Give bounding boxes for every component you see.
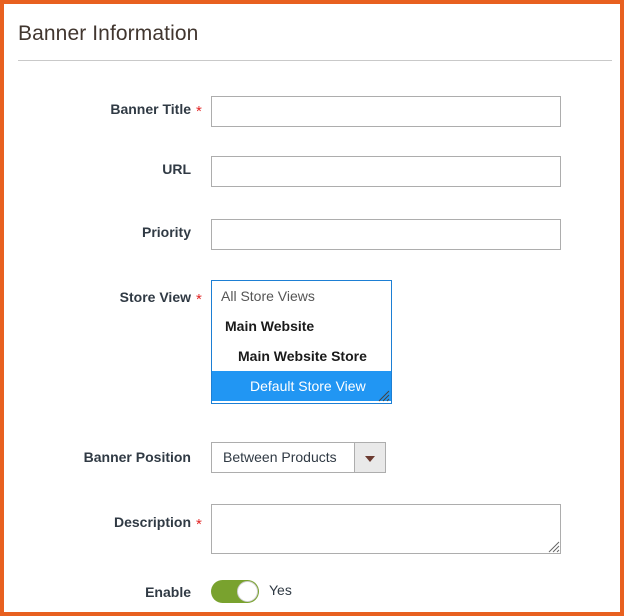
- enable-toggle-switch[interactable]: [211, 580, 259, 603]
- chevron-down-icon: [365, 455, 375, 462]
- banner-position-dropdown[interactable]: Between Products: [211, 442, 386, 473]
- priority-label: Priority: [141, 224, 191, 240]
- store-view-required-marker: *: [196, 291, 202, 308]
- store-view-option-all-store-views[interactable]: All Store Views: [212, 281, 391, 311]
- enable-toggle-state-label: Yes: [269, 582, 292, 598]
- banner-position-arrow-button[interactable]: [354, 443, 385, 472]
- banner-information-panel: Banner Information Banner Title * URL Pr…: [0, 0, 624, 616]
- description-textarea[interactable]: [211, 504, 561, 554]
- enable-label: Enable: [145, 584, 191, 600]
- store-view-option-default-store-view[interactable]: Default Store View: [212, 371, 391, 401]
- banner-title-input[interactable]: [211, 96, 561, 127]
- description-required-marker: *: [196, 516, 202, 533]
- store-view-multiselect[interactable]: All Store Views Main Website Main Websit…: [211, 280, 392, 404]
- banner-title-label: Banner Title: [110, 101, 191, 117]
- description-label: Description: [113, 514, 191, 530]
- url-input[interactable]: [211, 156, 561, 187]
- store-view-option-main-website-store[interactable]: Main Website Store: [212, 341, 391, 371]
- banner-position-label: Banner Position: [83, 449, 191, 465]
- banner-title-required-marker: *: [196, 103, 202, 120]
- banner-position-selected-value: Between Products: [223, 449, 337, 465]
- section-header: Banner Information: [4, 4, 620, 61]
- url-label: URL: [162, 161, 191, 177]
- enable-toggle-knob: [237, 581, 258, 602]
- title-divider: [18, 60, 612, 61]
- priority-input[interactable]: [211, 219, 561, 250]
- page-title: Banner Information: [18, 22, 199, 45]
- store-view-label: Store View: [119, 289, 191, 305]
- store-view-option-main-website[interactable]: Main Website: [212, 311, 391, 341]
